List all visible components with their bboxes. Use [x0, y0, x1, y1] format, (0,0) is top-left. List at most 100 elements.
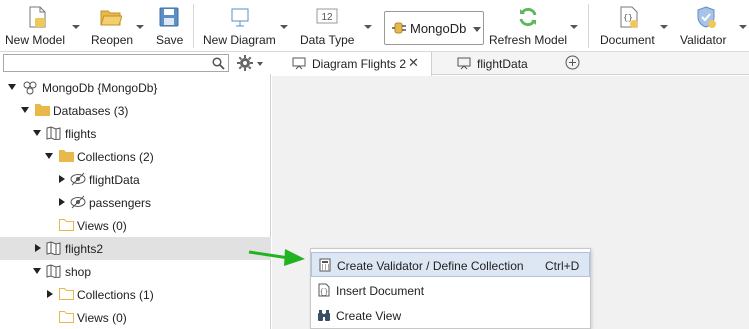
gear-icon[interactable]: [237, 55, 253, 71]
tree-item-flights[interactable]: flights: [0, 122, 271, 145]
new-diagram-label: New Diagram: [203, 33, 276, 47]
plug-icon: [392, 22, 406, 34]
new-model-label: New Model: [5, 33, 66, 47]
expand-toggle[interactable]: [21, 107, 29, 113]
tree-item-shop[interactable]: shop: [0, 260, 271, 283]
diagram-icon: [457, 57, 471, 70]
expand-toggle[interactable]: [59, 175, 65, 183]
model-browser-panel: MongoDb {MongoDb} Databases (3) flights …: [0, 52, 271, 329]
tree-item-label: shop: [65, 265, 92, 279]
validator-dropdown-arrow[interactable]: [739, 25, 747, 29]
document-icon: {}: [620, 6, 638, 28]
expand-toggle[interactable]: [35, 244, 41, 252]
refresh-model-button[interactable]: Refresh Model: [486, 0, 582, 52]
menu-item-label: Create View: [336, 309, 402, 323]
save-button[interactable]: Save: [152, 0, 186, 52]
database-map-icon: [46, 264, 61, 278]
validator-shield-icon: [697, 6, 716, 28]
tree-item-label: flights2: [65, 242, 104, 256]
toolbar-separator: [588, 4, 589, 48]
tree-item-flights2[interactable]: flights2: [0, 237, 271, 260]
main-toolbar: New Model Reopen Save New Diagram 12 Dat…: [0, 0, 749, 52]
new-diagram-button[interactable]: New Diagram: [200, 0, 290, 52]
data-type-dropdown-arrow[interactable]: [364, 25, 372, 29]
folder-icon: [59, 150, 74, 162]
tree-item-collections-flights[interactable]: Collections (2): [0, 145, 271, 168]
binoculars-icon: [318, 310, 330, 321]
reopen-dropdown-arrow[interactable]: [136, 25, 144, 29]
expand-toggle[interactable]: [8, 84, 16, 90]
expand-toggle[interactable]: [47, 290, 53, 298]
toolbar-separator: [193, 4, 194, 48]
refresh-model-label: Refresh Model: [489, 33, 568, 47]
menu-item-label: Create Validator / Define Collection: [337, 259, 524, 273]
diagram-tab-bar: Diagram Flights 2 ✕ flightData: [272, 52, 749, 76]
tree-item-label: Views (0): [77, 311, 127, 325]
data-type-label: Data Type: [300, 33, 355, 47]
close-icon[interactable]: ✕: [408, 55, 419, 71]
collection-icon: [70, 172, 86, 186]
model-icon: [23, 81, 37, 95]
reopen-button[interactable]: Reopen: [88, 0, 148, 52]
db-target-select[interactable]: MongoDb: [384, 11, 484, 45]
expand-toggle[interactable]: [33, 268, 41, 274]
tree-item-collections-shop[interactable]: Collections (1): [0, 283, 271, 306]
database-map-icon: [46, 241, 61, 255]
menu-item-shortcut: Ctrl+D: [545, 259, 580, 273]
new-model-dropdown-arrow[interactable]: [72, 25, 80, 29]
new-model-button[interactable]: New Model: [0, 0, 84, 52]
svg-text:12: 12: [321, 12, 333, 23]
svg-text:{}: {}: [320, 289, 328, 297]
tree-item-views-flights[interactable]: Views (0): [0, 214, 271, 237]
folder-outline-icon: [59, 311, 74, 323]
expand-toggle[interactable]: [59, 198, 65, 206]
tree-item-label: MongoDb {MongoDb}: [42, 81, 158, 95]
tree-item-label: Views (0): [77, 219, 127, 233]
tab-flightdata[interactable]: flightData: [437, 52, 557, 75]
reopen-label: Reopen: [91, 33, 134, 47]
annotation-arrow-icon: [248, 249, 305, 266]
expand-toggle[interactable]: [45, 153, 53, 159]
document-dropdown-arrow[interactable]: [660, 25, 668, 29]
document-icon: {}: [318, 283, 330, 297]
tree-item-flightdata[interactable]: flightData: [0, 168, 271, 191]
menu-item-insert-document[interactable]: {} Insert Document: [311, 278, 590, 303]
validator-button[interactable]: Validator: [677, 0, 749, 52]
tree-item-label: flights: [65, 127, 97, 141]
browser-search-input[interactable]: [3, 54, 229, 72]
expand-toggle[interactable]: [33, 130, 41, 136]
diagram-icon: [292, 57, 306, 70]
tab-label: flightData: [477, 57, 528, 71]
tree-item-views-shop[interactable]: Views (0): [0, 306, 271, 329]
document-button[interactable]: {} Document: [596, 0, 672, 52]
refresh-model-dropdown-arrow[interactable]: [570, 25, 578, 29]
browser-search-bar: [0, 52, 271, 74]
tab-diagram-flights-2[interactable]: Diagram Flights 2 ✕: [272, 52, 432, 76]
folder-outline-icon: [59, 288, 74, 300]
folder-open-icon: [100, 10, 122, 26]
save-label: Save: [156, 33, 184, 47]
db-target-value: MongoDb: [410, 21, 467, 36]
collection-icon: [70, 195, 86, 209]
tree-item-label: Collections (1): [77, 288, 154, 302]
gear-dropdown-arrow[interactable]: [257, 62, 263, 66]
new-diagram-dropdown-arrow[interactable]: [280, 25, 288, 29]
calculator-icon: [319, 258, 331, 272]
tree-item-label: flightData: [89, 173, 140, 187]
tree-item-label: Collections (2): [77, 150, 154, 164]
menu-item-create-view[interactable]: Create View: [311, 303, 590, 328]
search-icon[interactable]: [212, 57, 225, 70]
database-map-icon: [46, 126, 61, 140]
tree-item-label: Databases (3): [53, 104, 129, 118]
tree-item-databases[interactable]: Databases (3): [0, 99, 271, 122]
new-model-icon: [29, 6, 46, 28]
db-target-dropdown-arrow: [473, 27, 481, 32]
data-type-button[interactable]: 12 Data Type: [296, 0, 376, 52]
validator-label: Validator: [680, 33, 727, 47]
data-type-icon: 12: [316, 8, 338, 24]
menu-item-create-validator[interactable]: Create Validator / Define Collection Ctr…: [311, 252, 590, 277]
tab-label: Diagram Flights 2: [312, 57, 407, 71]
tree-item-root[interactable]: MongoDb {MongoDb}: [0, 76, 271, 99]
tree-item-passengers[interactable]: passengers: [0, 191, 271, 214]
add-tab-icon[interactable]: [565, 55, 580, 70]
